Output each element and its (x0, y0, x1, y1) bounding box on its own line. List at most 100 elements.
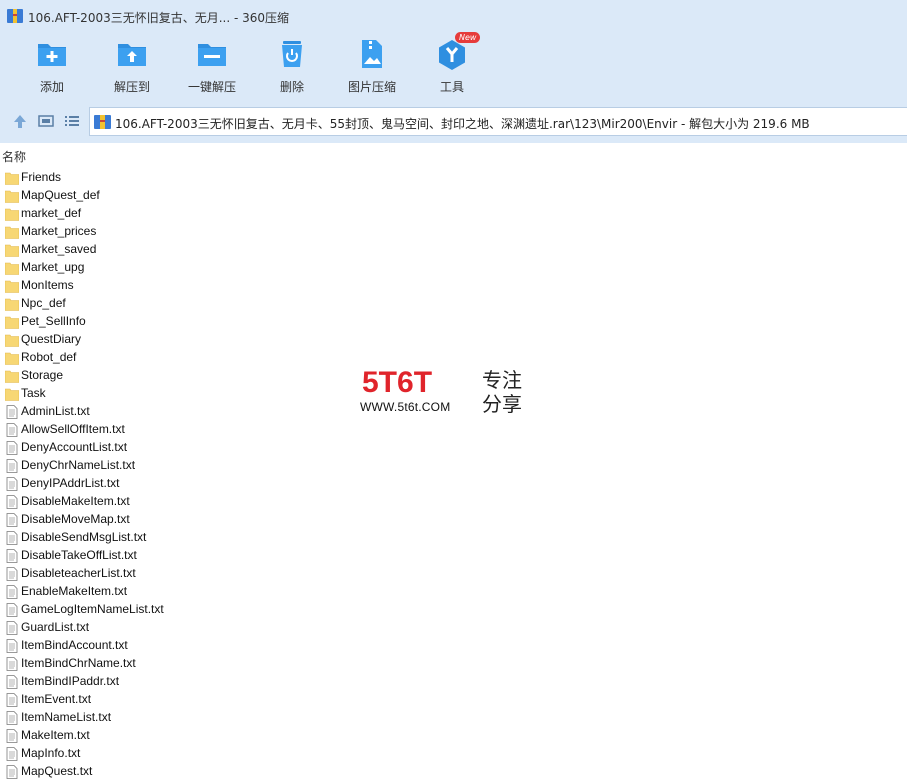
folder-icon (5, 298, 19, 311)
folder-row[interactable]: MapQuest_def (0, 187, 600, 205)
title-bar: 106.AFT-2003三无怀旧复古、无月... - 360压缩 (0, 0, 907, 32)
file-row[interactable]: DisableSendMsgList.txt (0, 529, 600, 547)
file-row[interactable]: ItemBindAccount.txt (0, 637, 600, 655)
file-name: MonItems (21, 278, 74, 292)
folder-row[interactable]: Market_prices (0, 223, 600, 241)
app-archive-icon (7, 9, 23, 23)
file-name: EnableMakeItem.txt (21, 584, 128, 598)
toolbar: 添加 解压到 一键解压 删除 图片压缩 New 工具 (0, 32, 907, 100)
file-name: ItemNameList.txt (21, 710, 112, 724)
folder-row[interactable]: Market_saved (0, 241, 600, 259)
file-row[interactable]: DisableMakeItem.txt (0, 493, 600, 511)
thumbnail-view-icon[interactable] (37, 112, 55, 130)
file-name: ItemBindAccount.txt (21, 638, 128, 652)
folder-row[interactable]: Npc_def (0, 295, 600, 313)
text-file-icon (6, 729, 18, 743)
text-file-icon (6, 639, 18, 653)
file-name: DenyAccountList.txt (21, 440, 128, 454)
folder-icon (5, 388, 19, 401)
folder-icon (5, 244, 19, 257)
file-row[interactable]: DisableTakeOffList.txt (0, 547, 600, 565)
one-click-extract-button[interactable]: 一键解压 (172, 32, 252, 100)
watermark-url: WWW.5t6t.COM (360, 400, 451, 414)
file-name: ItemEvent.txt (21, 692, 92, 706)
folder-row[interactable]: Friends (0, 169, 600, 187)
text-file-icon (6, 747, 18, 761)
file-name: Storage (21, 368, 64, 382)
file-row[interactable]: MapInfo.txt (0, 745, 600, 763)
folder-icon (5, 280, 19, 293)
folder-icon (5, 334, 19, 347)
file-row[interactable]: GuardList.txt (0, 619, 600, 637)
file-name: QuestDiary (21, 332, 82, 346)
file-name: DisableMoveMap.txt (21, 512, 130, 526)
up-arrow-icon[interactable] (11, 112, 29, 130)
text-file-icon (6, 585, 18, 599)
file-name: DisableMakeItem.txt (21, 494, 130, 508)
file-row[interactable]: DenyIPAddrList.txt (0, 475, 600, 493)
file-name: MapQuest_def (21, 188, 100, 202)
delete-icon (282, 41, 302, 67)
file-name: Market_prices (21, 224, 97, 238)
file-row[interactable]: GameLogItemNameList.txt (0, 601, 600, 619)
svg-text:5T6T: 5T6T (362, 366, 432, 396)
add-archive-icon (38, 44, 66, 66)
folder-row[interactable]: Pet_SellInfo (0, 313, 600, 331)
file-row[interactable]: ItemNameList.txt (0, 709, 600, 727)
text-file-icon (6, 765, 18, 779)
image-compress-button[interactable]: 图片压缩 (332, 32, 412, 100)
file-row[interactable]: DenyAccountList.txt (0, 439, 600, 457)
address-path: 106.AFT-2003三无怀旧复古、无月卡、55封顶、鬼马空间、封印之地、深渊… (115, 117, 810, 131)
watermark: 5T6T WWW.5t6t.COM 专注分享 (358, 366, 533, 421)
file-row[interactable]: ItemEvent.txt (0, 691, 600, 709)
name-column-header[interactable]: 名称 (2, 148, 26, 165)
file-row[interactable]: AllowSellOffItem.txt (0, 421, 600, 439)
tools-button[interactable]: New 工具 (412, 32, 492, 100)
file-row[interactable]: ItemBindIPaddr.txt (0, 673, 600, 691)
text-file-icon (6, 693, 18, 707)
extract-to-button[interactable]: 解压到 (92, 32, 172, 100)
file-name: ItemBindChrName.txt (21, 656, 136, 670)
folder-row[interactable]: QuestDiary (0, 331, 600, 349)
add-button[interactable]: 添加 (12, 32, 92, 100)
text-file-icon (6, 477, 18, 491)
text-file-icon (6, 441, 18, 455)
file-row[interactable]: DenyChrNameList.txt (0, 457, 600, 475)
text-file-icon (6, 657, 18, 671)
folder-row[interactable]: Robot_def (0, 349, 600, 367)
text-file-icon (6, 711, 18, 725)
file-row[interactable]: MapQuest.txt (0, 763, 600, 781)
text-file-icon (6, 531, 18, 545)
file-row[interactable]: MakeItem.txt (0, 727, 600, 745)
address-bar[interactable]: 106.AFT-2003三无怀旧复古、无月卡、55封顶、鬼马空间、封印之地、深渊… (89, 107, 907, 136)
folder-icon (5, 208, 19, 221)
file-name: DisableteacherList.txt (21, 566, 136, 580)
text-file-icon (6, 459, 18, 473)
extract-to-label: 解压到 (113, 80, 150, 94)
file-name: Npc_def (21, 296, 66, 310)
file-name: Pet_SellInfo (21, 314, 86, 328)
text-file-icon (6, 567, 18, 581)
text-file-icon (6, 549, 18, 563)
file-row[interactable]: DisableMoveMap.txt (0, 511, 600, 529)
folder-icon (5, 370, 19, 383)
folder-row[interactable]: market_def (0, 205, 600, 223)
file-name: MapInfo.txt (21, 746, 81, 760)
file-row[interactable]: EnableMakeItem.txt (0, 583, 600, 601)
watermark-logo: 5T6T (362, 366, 432, 396)
file-name: ItemBindIPaddr.txt (21, 674, 120, 688)
list-view-icon[interactable] (63, 112, 81, 130)
folder-row[interactable]: MonItems (0, 277, 600, 295)
navigation-bar: 106.AFT-2003三无怀旧复古、无月卡、55封顶、鬼马空间、封印之地、深渊… (0, 100, 907, 143)
column-header: 名称 (0, 146, 907, 164)
delete-button[interactable]: 删除 (252, 32, 332, 100)
text-file-icon (6, 495, 18, 509)
text-file-icon (6, 513, 18, 527)
file-row[interactable]: DisableteacherList.txt (0, 565, 600, 583)
tools-label: 工具 (439, 80, 464, 94)
folder-row[interactable]: Market_upg (0, 259, 600, 277)
file-name: MapQuest.txt (21, 764, 93, 778)
file-name: Market_upg (21, 260, 85, 274)
text-file-icon (6, 621, 18, 635)
file-row[interactable]: ItemBindChrName.txt (0, 655, 600, 673)
